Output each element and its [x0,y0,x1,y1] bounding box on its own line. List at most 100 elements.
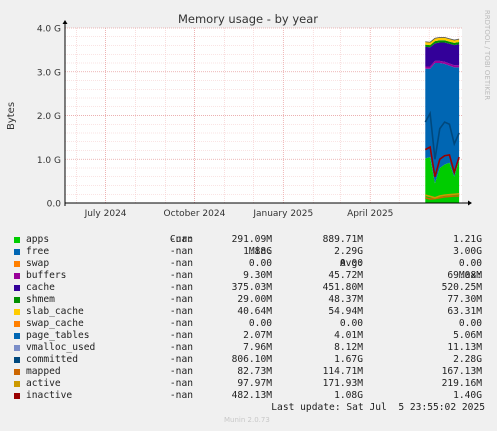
legend-max: 69.08M [447,270,482,281]
legend-avg: 114.71M [322,366,363,377]
x-axis-arrow [468,200,472,206]
legend-avg: 0.00 [339,318,363,329]
legend-cur: -nan [169,318,193,329]
legend-label: vmalloc_used [26,342,96,353]
legend-avg: 1.08G [334,390,363,401]
legend-max: 5.06M [453,330,482,341]
legend-row-swap-cache: swap_cache -nan 0.00 0.00 0.00 [12,318,492,330]
legend-avg: 8.12M [334,342,363,353]
legend-min: 806.10M [231,354,272,365]
legend-swatch [14,285,20,291]
legend-avg: 54.94M [328,306,363,317]
legend-row-shmem: shmem -nan 29.00M 48.37M 77.30M [12,294,492,306]
legend-max: 0.00 [458,318,482,329]
legend-cur: -nan [169,330,193,341]
legend-label: apps [26,234,50,245]
legend-row-swap: swap -nan 0.00 0.00 0.00 [12,258,492,270]
x-tick-labels: July 2024 October 2024 January 2025 April 2… [84,209,394,219]
legend-max: 520.25M [441,282,482,293]
legend-cur: -nan [169,294,193,305]
y-tick-label: 1.0 G [37,156,61,166]
legend-cur: -nan [169,234,193,245]
legend-avg: 2.29G [334,246,363,257]
x-tick-label: January 2025 [252,209,313,219]
legend-avg: 4.01M [334,330,363,341]
y-tick-label: 3.0 G [37,68,61,78]
munin-version: Munin 2.0.73 [224,416,270,424]
y-tick-labels: 0.0 1.0 G 2.0 G 3.0 G 4.0 G [37,25,61,210]
y-tick-label: 0.0 [47,200,62,210]
legend-label: free [26,246,50,257]
legend-cur: -nan [169,342,193,353]
legend-max: 3.00G [453,246,482,257]
legend-cur: -nan [169,354,193,365]
legend-row-slab-cache: slab_cache -nan 40.64M 54.94M 63.31M [12,306,492,318]
legend-swatch [14,333,20,339]
legend-min: 291.09M [231,234,272,245]
legend-label: active [26,378,61,389]
legend-swatch [14,369,20,375]
legend-swatch [14,381,20,387]
legend-label: swap [26,258,50,269]
legend-label: shmem [26,294,55,305]
legend-max: 63.31M [447,306,482,317]
legend-label: cache [26,282,55,293]
legend-min: 9.30M [243,270,272,281]
legend-swatch [14,309,20,315]
legend-cur: -nan [169,390,193,401]
legend-swatch [14,393,20,399]
legend-label: slab_cache [26,306,84,317]
legend-row-page-tables: page_tables -nan 2.07M 4.01M 5.06M [12,330,492,342]
legend-label: page_tables [26,330,90,341]
y-axis-arrow [62,20,68,24]
legend-avg: 451.80M [322,282,363,293]
y-axis-label: Bytes [6,102,17,130]
legend-label: inactive [26,390,73,401]
legend-row-buffers: buffers -nan 9.30M 45.72M 69.08M [12,270,492,282]
legend-swatch [14,345,20,351]
legend-cur: -nan [169,282,193,293]
legend-avg: 171.93M [322,378,363,389]
legend-min: 0.00 [248,258,272,269]
legend-row-mapped: mapped -nan 82.73M 114.71M 167.13M [12,366,492,378]
legend-min: 97.97M [237,378,272,389]
legend-cur: -nan [169,366,193,377]
legend-min: 29.00M [237,294,272,305]
legend-max: 167.13M [441,366,482,377]
x-tick-label: October 2024 [164,209,226,219]
legend-min: 375.03M [231,282,272,293]
legend-label: swap_cache [26,318,84,329]
last-update: Last update: Sat Jul 5 23:55:02 2025 [271,402,485,413]
legend-max: 1.21G [453,234,482,245]
legend-row-vmalloc-used: vmalloc_used -nan 7.96M 8.12M 11.13M [12,342,492,354]
legend-min: 482.13M [231,390,272,401]
legend-min: 82.73M [237,366,272,377]
legend-min: 0.00 [248,318,272,329]
legend-avg: 889.71M [322,234,363,245]
legend-max: 1.40G [453,390,482,401]
legend-avg: 48.37M [328,294,363,305]
legend-min: 7.96M [243,342,272,353]
legend-rows: apps -nan 291.09M 889.71M 1.21G free -nan 1.88G… [12,234,492,402]
legend-swatch [14,297,20,303]
x-tick-label: April 2025 [347,209,393,219]
legend-row-active: active -nan 97.97M 171.93M 219.16M [12,378,492,390]
legend-max: 77.30M [447,294,482,305]
legend-swatch [14,357,20,363]
legend-min: 2.07M [243,330,272,341]
legend-row-inactive: inactive -nan 482.13M 1.08G 1.40G [12,390,492,402]
legend-avg: 45.72M [328,270,363,281]
chart-title: Memory usage - by year [178,12,318,26]
x-tick-label: July 2024 [84,209,127,219]
legend-swatch [14,321,20,327]
legend-label: committed [26,354,78,365]
y-tick-label: 4.0 G [37,25,61,35]
legend-min: 1.88G [243,246,272,257]
legend-cur: -nan [169,306,193,317]
legend-max: 2.28G [453,354,482,365]
legend-cur: -nan [169,246,193,257]
legend-min: 40.64M [237,306,272,317]
legend-swatch [14,237,20,243]
legend-max: 11.13M [447,342,482,353]
legend-cur: -nan [169,378,193,389]
